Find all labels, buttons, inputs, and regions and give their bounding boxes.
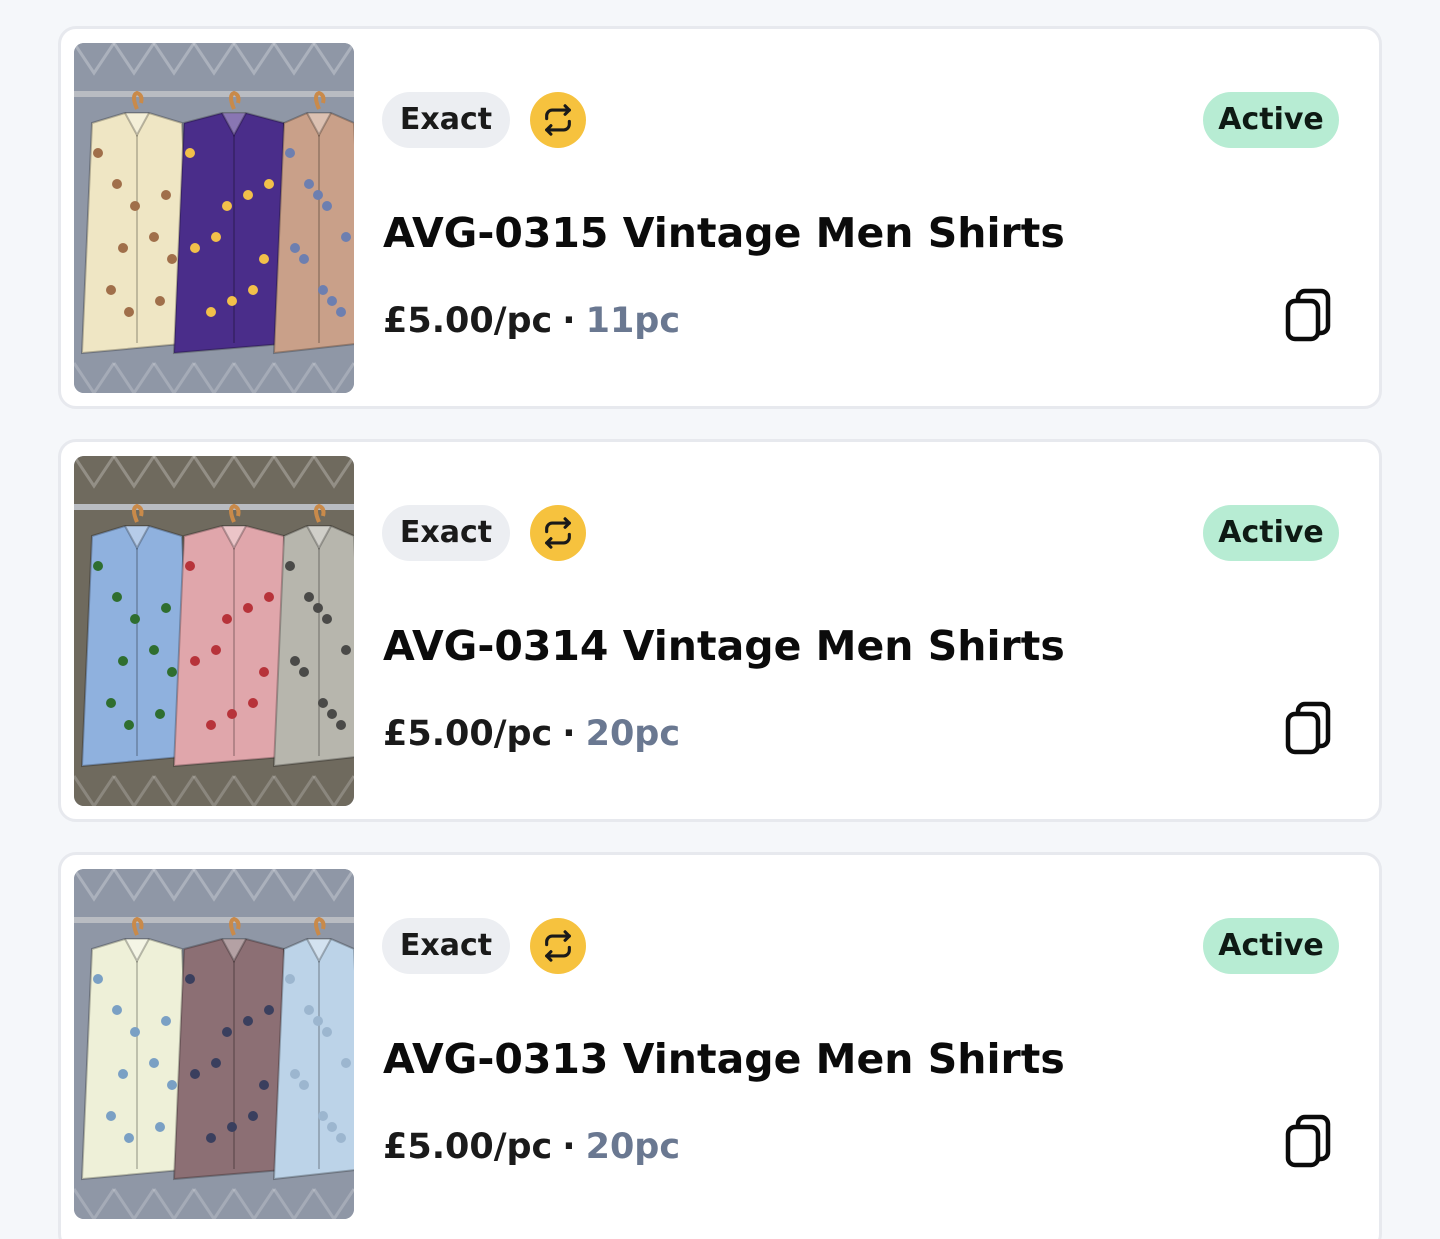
shirt-shape bbox=[272, 916, 354, 1181]
listing-card[interactable]: Exact Active AVG-0313 Vintage Men Shirts… bbox=[58, 852, 1382, 1239]
swap-arrows-icon bbox=[545, 517, 571, 549]
unit-price: £5.00/pc bbox=[383, 714, 553, 754]
shirts-photo bbox=[74, 869, 354, 1219]
status-badge: Active bbox=[1203, 918, 1339, 974]
copy-button[interactable] bbox=[1281, 1110, 1339, 1174]
shirt-shape bbox=[272, 503, 354, 768]
swap-button[interactable] bbox=[530, 918, 586, 974]
copy-icon bbox=[1285, 288, 1331, 342]
shirts-photo bbox=[74, 456, 354, 806]
separator: · bbox=[562, 301, 576, 341]
listing-card[interactable]: Exact Active AVG-0314 Vintage Men Shirts… bbox=[58, 439, 1382, 822]
swap-button[interactable] bbox=[530, 505, 586, 561]
status-badge: Active bbox=[1203, 505, 1339, 561]
copy-button[interactable] bbox=[1281, 284, 1339, 348]
listing-photo[interactable] bbox=[74, 869, 354, 1219]
exact-badge: Exact bbox=[382, 92, 510, 148]
listing-photo[interactable] bbox=[74, 456, 354, 806]
shirts-photo bbox=[74, 43, 354, 393]
copy-icon bbox=[1285, 701, 1331, 755]
listing-card[interactable]: Exact Active AVG-0315 Vintage Men Shirts… bbox=[58, 26, 1382, 409]
copy-icon bbox=[1285, 1114, 1331, 1168]
exact-badge: Exact bbox=[382, 505, 510, 561]
listing-list: Exact Active AVG-0315 Vintage Men Shirts… bbox=[0, 0, 1440, 1239]
listing-photo[interactable] bbox=[74, 43, 354, 393]
status-badge: Active bbox=[1203, 92, 1339, 148]
quantity: 20pc bbox=[585, 1127, 681, 1167]
shirt-shape bbox=[272, 90, 354, 355]
quantity: 20pc bbox=[585, 714, 681, 754]
exact-badge: Exact bbox=[382, 918, 510, 974]
price-line: £5.00/pc · 11pc bbox=[383, 296, 680, 346]
swap-button[interactable] bbox=[530, 92, 586, 148]
separator: · bbox=[562, 1127, 576, 1167]
price-line: £5.00/pc · 20pc bbox=[383, 1122, 680, 1172]
unit-price: £5.00/pc bbox=[383, 1127, 553, 1167]
listing-title[interactable]: AVG-0315 Vintage Men Shirts bbox=[383, 205, 1065, 261]
listing-title[interactable]: AVG-0313 Vintage Men Shirts bbox=[383, 1031, 1065, 1087]
unit-price: £5.00/pc bbox=[383, 301, 553, 341]
swap-arrows-icon bbox=[545, 104, 571, 136]
price-line: £5.00/pc · 20pc bbox=[383, 709, 680, 759]
copy-button[interactable] bbox=[1281, 697, 1339, 761]
swap-arrows-icon bbox=[545, 930, 571, 962]
quantity: 11pc bbox=[585, 301, 681, 341]
separator: · bbox=[562, 714, 576, 754]
listing-title[interactable]: AVG-0314 Vintage Men Shirts bbox=[383, 618, 1065, 674]
